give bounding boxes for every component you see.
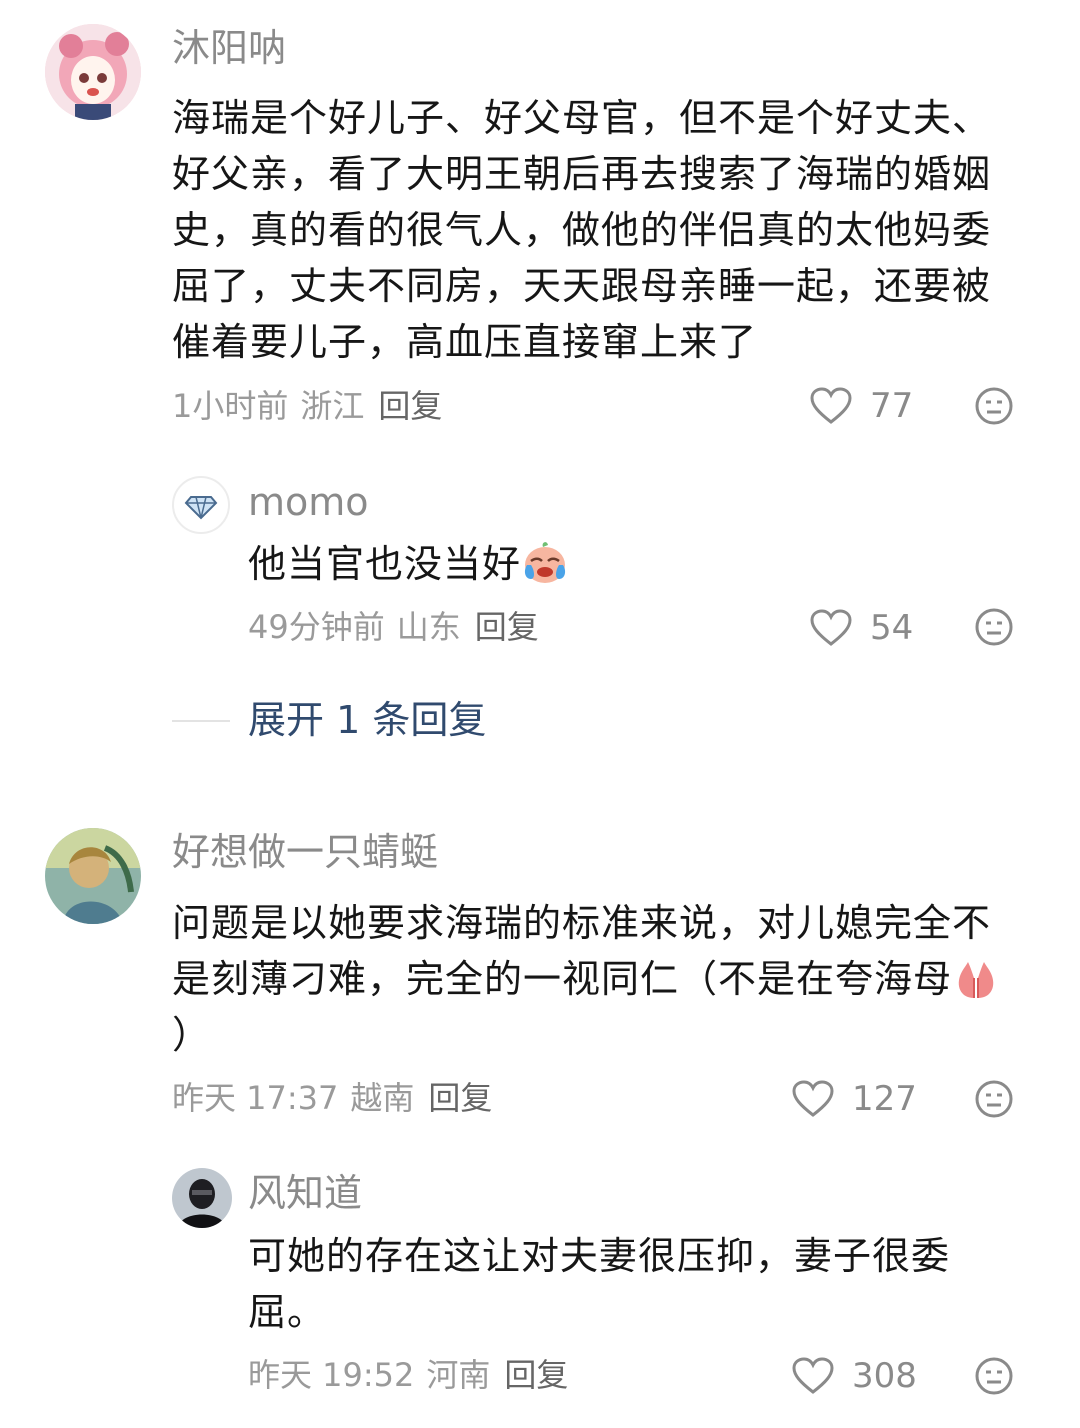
timestamp: 昨天 17:37	[172, 1079, 339, 1117]
reply-button[interactable]: 回复	[475, 608, 539, 646]
username[interactable]: momo	[248, 480, 369, 524]
heart-icon	[810, 387, 852, 424]
comment-text: 问题是以她要求海瑞的标准来说，对儿媳完全不是刻薄刁难，完全的一视同仁（不是在夸海…	[172, 895, 1022, 1063]
avatar[interactable]	[45, 828, 141, 924]
anime-girl-avatar-icon	[45, 24, 141, 120]
heart-icon	[810, 609, 852, 646]
comment-meta: 1小时前 浙江 回复	[172, 386, 442, 426]
expand-replies-button[interactable]: 展开 1 条回复	[248, 698, 486, 742]
location: 山东	[396, 608, 461, 646]
painting-avatar-icon	[45, 828, 141, 924]
username[interactable]: 沐阳呐	[172, 26, 286, 70]
crying-face-emoji	[524, 542, 566, 583]
reply-button[interactable]: 回复	[504, 1356, 568, 1394]
dislike-face-icon[interactable]	[974, 1356, 1014, 1396]
location: 河南	[426, 1356, 491, 1394]
reply-button[interactable]: 回复	[428, 1079, 492, 1117]
avatar[interactable]	[172, 476, 230, 534]
comment-meta: 昨天 17:37 越南 回复	[172, 1078, 492, 1118]
timestamp: 1小时前	[172, 387, 289, 425]
like-button[interactable]: 127	[792, 1077, 917, 1121]
avatar[interactable]	[172, 1168, 232, 1228]
like-count: 308	[852, 1356, 917, 1396]
expand-divider	[172, 720, 230, 722]
like-button[interactable]: 308	[792, 1354, 917, 1398]
timestamp: 49分钟前	[248, 608, 385, 646]
heart-icon	[792, 1080, 834, 1117]
reply-text: 可她的存在这让对夫妻很压抑，妻子很委屈。	[248, 1234, 951, 1334]
timestamp: 昨天 19:52	[248, 1356, 415, 1394]
pressed-hands-emoji	[958, 962, 994, 998]
diamond-icon	[184, 496, 218, 520]
like-count: 77	[870, 386, 914, 426]
location: 浙江	[300, 387, 365, 425]
dislike-face-icon[interactable]	[974, 1079, 1014, 1119]
reply-text: 他当官也没当好	[248, 536, 1008, 592]
comment-text-tail: ）	[172, 1013, 212, 1057]
heart-icon	[792, 1357, 834, 1394]
reply-button[interactable]: 回复	[378, 387, 442, 425]
like-button[interactable]: 77	[810, 384, 913, 428]
dislike-face-icon[interactable]	[974, 607, 1014, 647]
masked-person-avatar-icon	[172, 1168, 232, 1228]
like-count: 127	[852, 1079, 917, 1119]
avatar[interactable]	[45, 24, 141, 120]
reply-text-body: 他当官也没当好	[248, 542, 522, 586]
like-count: 54	[870, 608, 914, 648]
like-button[interactable]: 54	[810, 606, 913, 650]
username[interactable]: 好想做一只蜻蜓	[172, 830, 438, 874]
comment-text: 海瑞是个好儿子、好父母官，但不是个好丈夫、好父亲，看了大明王朝后再去搜索了海瑞的…	[172, 96, 992, 364]
comment-text-body: 问题是以她要求海瑞的标准来说，对儿媳完全不是刻薄刁难，完全的一视同仁（不是在夸海…	[172, 901, 992, 1001]
reply-meta: 49分钟前 山东 回复	[248, 607, 539, 647]
location: 越南	[350, 1079, 415, 1117]
dislike-face-icon[interactable]	[974, 386, 1014, 426]
reply-meta: 昨天 19:52 河南 回复	[248, 1355, 568, 1395]
username[interactable]: 风知道	[248, 1171, 362, 1215]
